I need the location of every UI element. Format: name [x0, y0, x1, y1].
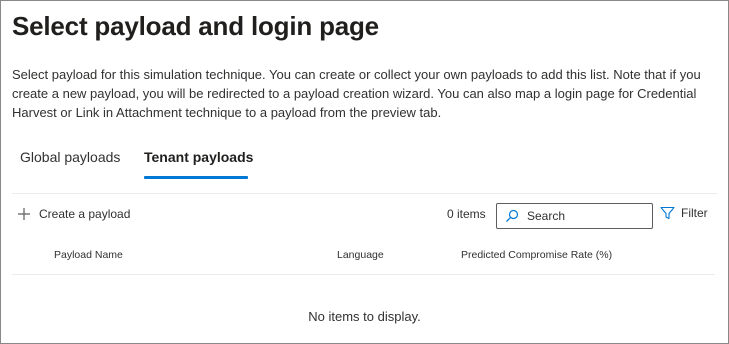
toolbar-divider — [12, 193, 717, 194]
search-icon — [506, 209, 519, 222]
empty-state-message: No items to display. — [308, 309, 421, 324]
column-header-language[interactable]: Language — [337, 249, 384, 261]
selected-tab-indicator — [144, 176, 248, 179]
filter-button[interactable]: Filter — [660, 206, 708, 220]
page-title: Select payload and login page — [12, 11, 379, 41]
create-payload-label: Create a payload — [39, 207, 131, 221]
plus-icon — [18, 208, 30, 220]
create-payload-button[interactable]: Create a payload — [17, 204, 130, 224]
page-description: Select payload for this simulation techn… — [12, 67, 701, 120]
column-header-payload-name[interactable]: Payload Name — [54, 249, 123, 261]
tab-global-payloads[interactable]: Global payloads — [20, 149, 120, 165]
payload-selection-panel: Select payload and login page Select pay… — [0, 0, 729, 344]
search-box[interactable] — [496, 203, 653, 229]
items-count: 0 items — [447, 207, 486, 221]
table-header-divider — [12, 274, 715, 275]
filter-icon — [660, 206, 675, 220]
tab-tenant-payloads[interactable]: Tenant payloads — [144, 149, 253, 165]
column-header-predicted-compromise-rate[interactable]: Predicted Compromise Rate (%) — [461, 249, 612, 261]
filter-label: Filter — [681, 206, 708, 220]
search-input[interactable] — [527, 209, 647, 223]
